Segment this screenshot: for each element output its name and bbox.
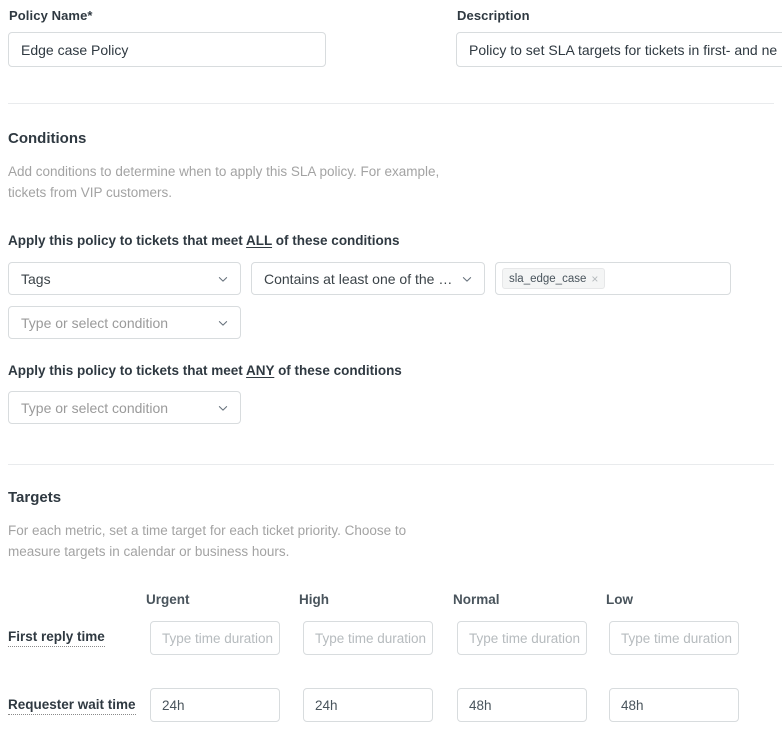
target-input-first-reply-urgent[interactable]: Type time duration (150, 621, 280, 655)
condition-operator-value: Contains at least one of the fol... (264, 270, 454, 287)
target-input-first-reply-normal[interactable]: Type time duration (457, 621, 587, 655)
tag-chip-label: sla_edge_case (509, 272, 587, 285)
section-divider-top (8, 103, 774, 104)
targets-description: For each metric, set a time target for e… (8, 523, 407, 559)
priority-header-low: Low (606, 592, 633, 607)
target-input-requester-wait-high[interactable]: 24h (303, 688, 433, 722)
target-input-first-reply-high[interactable]: Type time duration (303, 621, 433, 655)
conditions-heading: Conditions (8, 130, 87, 147)
all-conditions-label: Apply this policy to tickets that meet A… (8, 232, 400, 250)
condition-operator-select[interactable]: Contains at least one of the fol... (251, 262, 485, 295)
add-any-condition-select[interactable]: Type or select condition (8, 391, 241, 424)
section-divider-bottom (8, 464, 774, 465)
description-label: Description (457, 8, 530, 23)
conditions-description: Add conditions to determine when to appl… (8, 164, 440, 200)
any-conditions-label: Apply this policy to tickets that meet A… (8, 362, 402, 380)
any-conditions-prefix: Apply this policy to tickets that meet (8, 363, 247, 378)
priority-header-normal: Normal (453, 592, 500, 607)
chevron-down-icon (216, 401, 230, 415)
add-any-condition-placeholder: Type or select condition (21, 399, 169, 416)
condition-field-value: Tags (21, 270, 51, 287)
metric-label-requester-wait-time: Requester wait time (8, 696, 136, 715)
chevron-down-icon (460, 272, 474, 286)
add-all-condition-placeholder: Type or select condition (21, 314, 169, 331)
add-all-condition-select[interactable]: Type or select condition (8, 306, 241, 339)
tag-chip[interactable]: sla_edge_case × (502, 268, 606, 289)
chevron-down-icon (216, 316, 230, 330)
target-input-requester-wait-low[interactable]: 48h (609, 688, 739, 722)
condition-value-tag-field[interactable]: sla_edge_case × (495, 262, 731, 295)
policy-name-input[interactable]: Edge case Policy (8, 32, 326, 67)
all-conditions-prefix: Apply this policy to tickets that meet (8, 233, 247, 248)
all-conditions-emphasis: ALL (246, 233, 273, 248)
description-input[interactable]: Policy to set SLA targets for tickets in… (456, 32, 782, 67)
sla-policy-form: Policy Name* Edge case Policy Descriptio… (0, 0, 782, 735)
all-conditions-suffix: of these conditions (272, 233, 400, 248)
target-input-requester-wait-urgent[interactable]: 24h (150, 688, 280, 722)
any-conditions-emphasis: ANY (246, 363, 275, 378)
condition-field-select-tags[interactable]: Tags (8, 262, 241, 295)
metric-label-first-reply-time: First reply time (8, 628, 105, 647)
priority-header-urgent: Urgent (146, 592, 190, 607)
targets-heading: Targets (8, 489, 62, 506)
target-input-requester-wait-normal[interactable]: 48h (457, 688, 587, 722)
policy-basics-row: Policy Name* Edge case Policy Descriptio… (0, 8, 782, 92)
close-icon[interactable]: × (591, 273, 598, 285)
priority-header-high: High (299, 592, 329, 607)
chevron-down-icon (216, 272, 230, 286)
target-input-first-reply-low[interactable]: Type time duration (609, 621, 739, 655)
any-conditions-suffix: of these conditions (274, 363, 402, 378)
policy-name-label: Policy Name* (9, 8, 93, 23)
